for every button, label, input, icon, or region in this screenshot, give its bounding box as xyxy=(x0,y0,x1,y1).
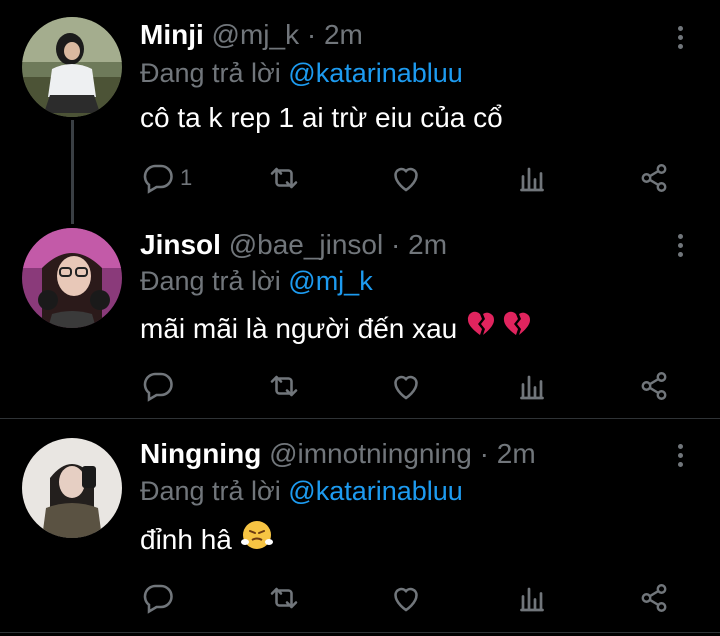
reply-icon xyxy=(143,164,173,194)
reply-icon xyxy=(143,372,173,402)
share-button[interactable] xyxy=(636,158,672,198)
retweet-icon xyxy=(270,167,298,189)
tweet-divider xyxy=(0,632,720,633)
analytics-icon xyxy=(520,167,544,192)
share-button[interactable] xyxy=(636,578,672,618)
more-options-icon[interactable] xyxy=(668,438,692,472)
like-button[interactable] xyxy=(388,158,424,198)
reply-context: Đang trả lời @katarinabluu xyxy=(140,474,463,508)
tweet-header: Jinsol @bae_jinsol · 2m xyxy=(140,228,447,262)
analytics-button[interactable] xyxy=(514,578,550,618)
like-button[interactable] xyxy=(388,366,424,406)
reply-prefix: Đang trả lời xyxy=(140,476,281,506)
avatar-image xyxy=(22,17,122,117)
display-name[interactable]: Jinsol xyxy=(140,229,221,260)
heart-icon xyxy=(394,587,418,612)
handle[interactable]: @imnotningning xyxy=(269,438,472,469)
reply-mention[interactable]: @mj_k xyxy=(288,266,372,296)
reply-button[interactable] xyxy=(140,366,176,406)
retweet-icon xyxy=(270,375,298,397)
timestamp[interactable]: 2m xyxy=(408,229,447,260)
tweet-header: Minji @mj_k · 2m xyxy=(140,18,363,52)
avatar-image xyxy=(22,228,122,328)
analytics-button[interactable] xyxy=(514,158,550,198)
reply-prefix: Đang trả lời xyxy=(140,266,281,296)
heart-icon xyxy=(394,375,418,400)
like-button[interactable] xyxy=(388,578,424,618)
reply-count: 1 xyxy=(180,165,193,190)
action-bar xyxy=(140,578,680,618)
reply-button[interactable] xyxy=(140,578,176,618)
more-options-icon[interactable] xyxy=(668,228,692,262)
reply-icon xyxy=(143,584,173,614)
share-icon xyxy=(641,164,667,192)
handle[interactable]: @bae_jinsol xyxy=(229,229,384,260)
reply-mention[interactable]: @katarinabluu xyxy=(288,58,463,88)
heart-icon xyxy=(394,167,418,192)
reply-context: Đang trả lời @mj_k xyxy=(140,264,373,298)
handle[interactable]: @mj_k xyxy=(212,19,300,50)
more-options-icon[interactable] xyxy=(668,20,692,54)
reply-context: Đang trả lời @katarinabluu xyxy=(140,56,463,90)
retweet-button[interactable] xyxy=(266,366,302,406)
tweet-text-content: đỉnh hâ xyxy=(140,523,232,555)
analytics-icon xyxy=(520,375,544,400)
display-name[interactable]: Ningning xyxy=(140,438,261,469)
avatar-ningning[interactable] xyxy=(22,438,122,538)
tweet-header: Ningning @imnotningning · 2m xyxy=(140,437,536,471)
steam-face-icon xyxy=(240,518,274,561)
tweet-text: mãi mãi là người đến xau xyxy=(140,308,533,349)
share-button[interactable] xyxy=(636,366,672,406)
share-icon xyxy=(641,372,667,400)
separator-dot: · xyxy=(479,438,489,469)
thread-line xyxy=(71,120,74,224)
separator-dot: · xyxy=(306,19,317,50)
action-bar: 1 xyxy=(140,158,680,198)
retweet-button[interactable] xyxy=(266,158,302,198)
avatar-image xyxy=(22,438,122,538)
display-name[interactable]: Minji xyxy=(140,19,204,50)
tweet-text: cô ta k rep 1 ai trừ eiu của cổ xyxy=(140,100,503,136)
avatar-jinsol[interactable] xyxy=(22,228,122,328)
timestamp[interactable]: 2m xyxy=(497,438,536,469)
analytics-button[interactable] xyxy=(514,366,550,406)
share-icon xyxy=(641,584,667,612)
broken-heart-icon xyxy=(501,308,533,349)
tweet-text: đỉnh hâ xyxy=(140,518,274,561)
reply-button[interactable]: 1 xyxy=(140,158,192,198)
analytics-icon xyxy=(520,587,544,612)
avatar-minji[interactable] xyxy=(22,17,122,117)
broken-heart-icon xyxy=(465,308,497,349)
reply-prefix: Đang trả lời xyxy=(140,58,281,88)
reply-mention[interactable]: @katarinabluu xyxy=(288,476,463,506)
action-bar xyxy=(140,366,680,406)
separator-dot: · xyxy=(391,229,401,260)
retweet-icon xyxy=(270,587,298,609)
timestamp[interactable]: 2m xyxy=(324,19,363,50)
tweet-divider xyxy=(0,418,720,419)
tweet-text-content: mãi mãi là người đến xau xyxy=(140,312,458,344)
retweet-button[interactable] xyxy=(266,578,302,618)
tweet-text-content: cô ta k rep 1 ai trừ eiu của cổ xyxy=(140,102,503,133)
